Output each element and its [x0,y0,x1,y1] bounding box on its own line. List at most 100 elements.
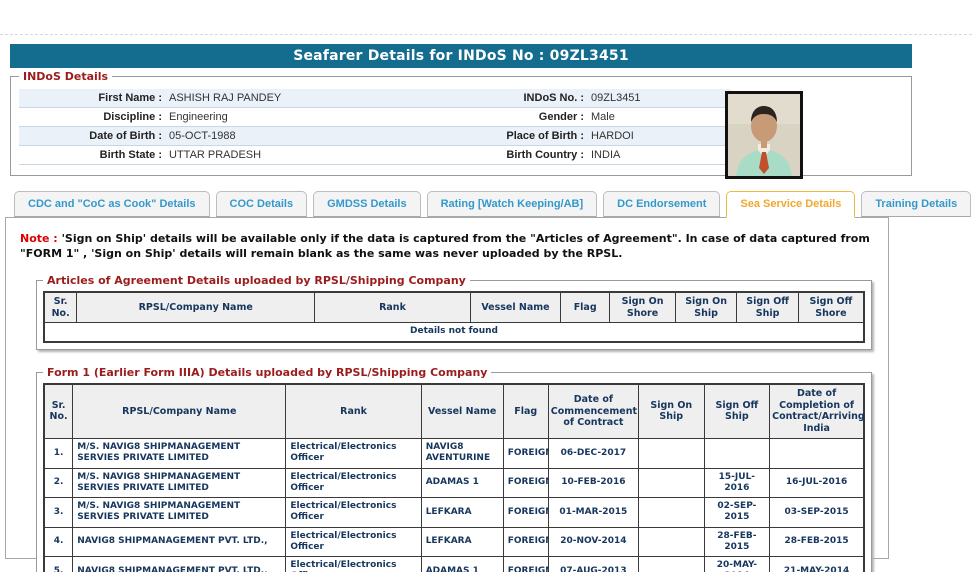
tab-dc-endorsement[interactable]: DC Endorsement [603,191,720,217]
articles-legend: Articles of Agreement Details uploaded b… [43,274,470,287]
tab-sea-service-details[interactable]: Sea Service Details [726,191,855,218]
cell-company: NAVIG8 SHIPMANAGEMENT PVT. LTD., [73,557,286,572]
tab-coc-details[interactable]: COC Details [216,191,308,217]
cell-sign-on-ship [638,439,704,469]
cell-sign-on-ship [638,527,704,557]
cell-company: M/S. NAVIG8 SHIPMANAGEMENT SERVIES PRIVA… [73,439,286,469]
cell-completion [770,439,864,469]
col-vessel: Vessel Name [421,384,503,439]
cell-vessel: ADAMAS 1 [421,468,503,498]
place-of-birth-label: Place of Birth : [459,130,589,142]
first-name-value: ASHISH RAJ PANDEY [167,92,459,104]
cell-flag: FOREIGN [503,439,548,469]
birth-state-value: UTTAR PRADESH [167,149,459,161]
cell-vessel: NAVIG8 AVENTURINE [421,439,503,469]
form1-row: 4. NAVIG8 SHIPMANAGEMENT PVT. LTD., Elec… [44,527,864,557]
cell-sign-on-ship [638,498,704,528]
gender-label: Gender : [459,111,589,123]
indos-details-fieldset: INDoS Details First Name : ASHISH RAJ PA… [10,70,912,176]
col-sr-no: Sr. No. [44,384,73,439]
col-vessel: Vessel Name [470,292,560,323]
cell-rank: Electrical/Electronics Officer [286,527,421,557]
place-of-birth-value: HARDOI [589,130,719,142]
date-of-birth-label: Date of Birth : [19,130,167,142]
articles-header-row: Sr. No. RPSL/Company Name Rank Vessel Na… [44,292,864,323]
indos-row: Birth State : UTTAR PRADESH Birth Countr… [19,146,731,165]
birth-country-label: Birth Country : [459,149,589,161]
tab-training-details[interactable]: Training Details [861,191,971,217]
col-rank: Rank [315,292,471,323]
form1-row: 1. M/S. NAVIG8 SHIPMANAGEMENT SERVIES PR… [44,439,864,469]
cell-flag: FOREIGN [503,557,548,572]
seafarer-photo [725,91,803,179]
tab-cdc-coc-as-cook-details[interactable]: CDC and "CoC as Cook" Details [14,191,210,217]
form1-row: 3. M/S. NAVIG8 SHIPMANAGEMENT SERVIES PR… [44,498,864,528]
col-sign-off-ship: Sign Off Ship [737,292,799,323]
cell-completion: 21-MAY-2014 [770,557,864,572]
cell-sr: 3. [44,498,73,528]
indos-row: First Name : ASHISH RAJ PANDEY INDoS No.… [19,89,731,108]
col-sign-on-ship: Sign On Ship [675,292,737,323]
indos-no-label: INDoS No. : [459,92,589,104]
col-company: RPSL/Company Name [77,292,315,323]
birth-country-value: INDIA [589,149,719,161]
discipline-value: Engineering [167,111,459,123]
col-commencement: Date of Commencement of Contract [548,384,638,439]
cell-company: M/S. NAVIG8 SHIPMANAGEMENT SERVIES PRIVA… [73,468,286,498]
cell-sign-off-ship: 15-JUL-2016 [704,468,770,498]
cell-vessel: LEFKARA [421,498,503,528]
cell-rank: Electrical/Electronics Officer [286,439,421,469]
cell-sr: 4. [44,527,73,557]
articles-empty-row: Details not found [44,323,864,342]
cell-completion: 16-JUL-2016 [770,468,864,498]
cell-completion: 28-FEB-2015 [770,527,864,557]
cell-rank: Electrical/Electronics Officer [286,498,421,528]
col-sr-no: Sr. No. [44,292,77,323]
form1-table: Sr. No. RPSL/Company Name Rank Vessel Na… [43,383,865,572]
tab-rating-watch-keeping-ab[interactable]: Rating [Watch Keeping/AB] [427,191,598,217]
articles-table: Sr. No. RPSL/Company Name Rank Vessel Na… [43,291,865,343]
date-of-birth-value: 05-OCT-1988 [167,130,459,142]
tab-gmdss-details[interactable]: GMDSS Details [313,191,420,217]
col-flag: Flag [561,292,610,323]
cell-commencement: 20-NOV-2014 [548,527,638,557]
cell-flag: FOREIGN [503,527,548,557]
note-prefix: Note : [20,232,58,245]
gender-value: Male [589,111,719,123]
cell-sign-on-ship [638,557,704,572]
details-not-found: Details not found [44,323,864,342]
cell-sign-off-ship [704,439,770,469]
cell-flag: FOREIGN [503,468,548,498]
note-text: Note : 'Sign on Ship' details will be av… [20,232,874,262]
first-name-label: First Name : [19,92,167,104]
cell-rank: Electrical/Electronics Officer [286,468,421,498]
tab-bar: CDC and "CoC as Cook" Details COC Detail… [14,191,972,217]
cell-completion: 03-SEP-2015 [770,498,864,528]
col-sign-on-shore: Sign On Shore [610,292,676,323]
cell-sign-off-ship: 28-FEB-2015 [704,527,770,557]
articles-of-agreement-fieldset: Articles of Agreement Details uploaded b… [36,274,872,350]
cell-sign-off-ship: 20-MAY-2014 [704,557,770,572]
cell-vessel: LEFKARA [421,527,503,557]
form1-legend: Form 1 (Earlier Form IIIA) Details uploa… [43,366,491,379]
cell-commencement: 01-MAR-2015 [548,498,638,528]
discipline-label: Discipline : [19,111,167,123]
cell-flag: FOREIGN [503,498,548,528]
col-rank: Rank [286,384,421,439]
cell-vessel: ADAMAS 1 [421,557,503,572]
col-company: RPSL/Company Name [73,384,286,439]
cell-commencement: 07-AUG-2013 [548,557,638,572]
col-sign-on-ship: Sign On Ship [638,384,704,439]
form1-header-row: Sr. No. RPSL/Company Name Rank Vessel Na… [44,384,864,439]
form1-row: 5. NAVIG8 SHIPMANAGEMENT PVT. LTD., Elec… [44,557,864,572]
top-divider [0,34,972,35]
indos-row: Discipline : Engineering Gender : Male [19,108,731,127]
cell-commencement: 06-DEC-2017 [548,439,638,469]
cell-company: NAVIG8 SHIPMANAGEMENT PVT. LTD., [73,527,286,557]
note-body: 'Sign on Ship' details will be available… [20,232,870,260]
cell-commencement: 10-FEB-2016 [548,468,638,498]
cell-company: M/S. NAVIG8 SHIPMANAGEMENT SERVIES PRIVA… [73,498,286,528]
indos-row: Date of Birth : 05-OCT-1988 Place of Bir… [19,127,731,146]
col-completion: Date of Completion of Contract/Arriving … [770,384,864,439]
col-sign-off-shore: Sign Off Shore [798,292,864,323]
